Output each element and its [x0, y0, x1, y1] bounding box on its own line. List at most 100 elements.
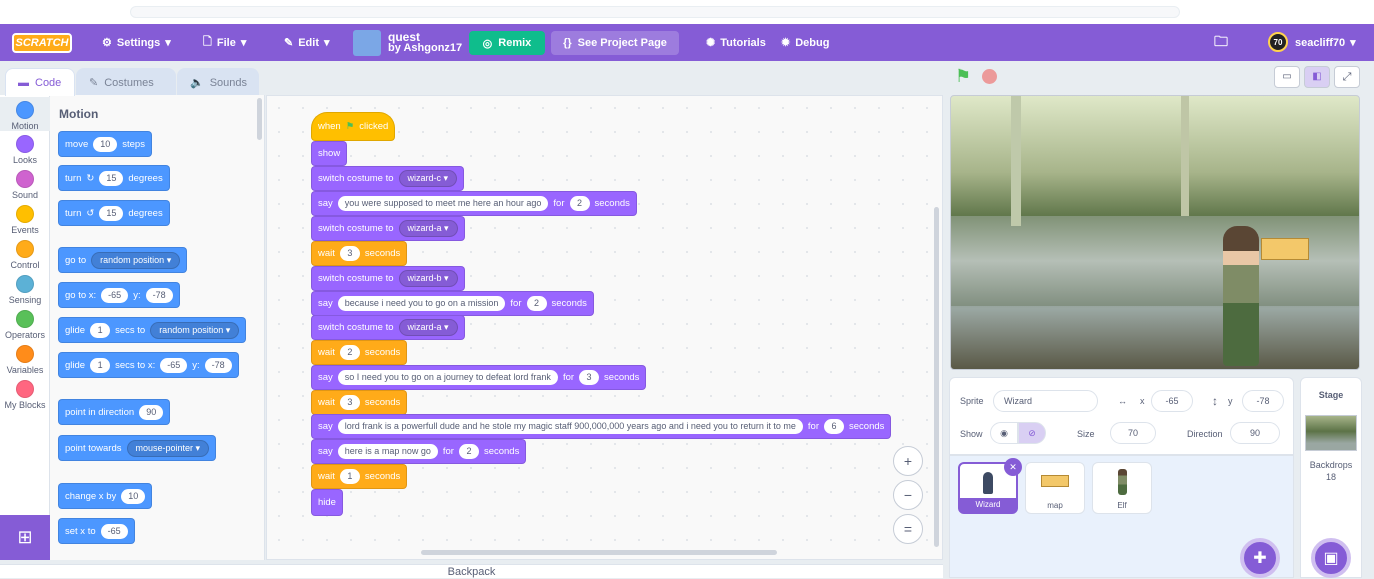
block-hide[interactable]: hide	[311, 489, 343, 516]
add-extension-button[interactable]: ⊞	[0, 515, 50, 560]
debug-button[interactable]: ✹ Debug	[781, 24, 829, 61]
block-say-for[interactable]: say so I need you to go on a journey to d…	[311, 365, 647, 390]
block-input[interactable]: lord frank is a powerfull dude and he st…	[337, 419, 803, 434]
block-input[interactable]: so I need you to go on a journey to defe…	[337, 370, 558, 385]
block-switch-costume[interactable]: switch costume to wizard-b ▾	[311, 266, 465, 291]
sprite-name-field[interactable]: Wizard	[993, 390, 1098, 412]
block-input[interactable]: 2	[526, 296, 547, 311]
block-switch-costume[interactable]: switch costume to wizard-c ▾	[311, 166, 465, 191]
block-input[interactable]: 15	[99, 170, 124, 186]
block-wait[interactable]: wait 1 seconds	[311, 464, 408, 489]
remix-button[interactable]: ◎ Remix	[469, 31, 545, 55]
block-dropdown[interactable]: mouse-pointer ▾	[126, 439, 210, 457]
block-input[interactable]: 10	[93, 136, 118, 152]
block-dropdown[interactable]: wizard-b ▾	[398, 270, 458, 287]
category-motion[interactable]: Motion	[0, 97, 50, 131]
block-input[interactable]: 10	[121, 488, 146, 504]
block-input[interactable]: -65	[101, 287, 129, 303]
block-set-x[interactable]: set x to -65	[58, 518, 135, 544]
block-dropdown[interactable]: wizard-a ▾	[398, 319, 458, 336]
zoom-reset-button[interactable]: =	[893, 514, 923, 544]
block-point-towards[interactable]: point towards mouse-pointer ▾	[58, 435, 217, 461]
map-sprite[interactable]	[1261, 238, 1309, 260]
category-sound[interactable]: Sound	[0, 168, 50, 202]
category-control[interactable]: Control	[0, 238, 50, 272]
block-point-direction[interactable]: point in direction 90	[58, 399, 171, 425]
block-switch-costume[interactable]: switch costume to wizard-a ▾	[311, 216, 465, 241]
small-stage-icon[interactable]: ▭	[1274, 66, 1300, 88]
script-vertical-scrollbar[interactable]	[934, 207, 939, 547]
block-input[interactable]: 1	[339, 469, 360, 484]
block-input[interactable]: 3	[579, 370, 600, 385]
fullscreen-icon[interactable]: ⤢	[1334, 66, 1360, 88]
show-hidden-toggle[interactable]: ⊘	[1018, 422, 1046, 444]
block-wait[interactable]: wait 3 seconds	[311, 390, 408, 415]
category-events[interactable]: Events	[0, 203, 50, 237]
backpack-bar[interactable]: Backpack	[0, 564, 943, 578]
file-menu[interactable]: 🗋 File ▾	[203, 24, 246, 61]
zoom-in-button[interactable]: +	[893, 446, 923, 476]
x-field[interactable]: -65	[1151, 390, 1193, 412]
block-input[interactable]: -65	[160, 357, 188, 373]
sprite-tile-elf[interactable]: Elf	[1092, 462, 1152, 514]
block-input[interactable]: -78	[204, 357, 232, 373]
sprite-tile-wizard[interactable]: Wizard ✕	[958, 458, 1022, 514]
block-say-for[interactable]: say you were supposed to meet me here an …	[311, 191, 637, 216]
category-my-blocks[interactable]: My Blocks	[0, 378, 50, 412]
y-field[interactable]: -78	[1242, 390, 1284, 412]
category-operators[interactable]: Operators	[0, 308, 50, 342]
block-turn-left[interactable]: turn ↺ 15 degrees	[58, 200, 170, 226]
tab-costumes[interactable]: ✎ Costumes	[76, 68, 176, 96]
block-input[interactable]: 2	[458, 444, 479, 459]
block-wait[interactable]: wait 2 seconds	[311, 340, 408, 365]
block-input[interactable]: 3	[339, 246, 360, 261]
block-wait[interactable]: wait 3 seconds	[311, 241, 408, 266]
block-go-to[interactable]: go to random position ▾	[58, 247, 188, 273]
block-dropdown[interactable]: wizard-c ▾	[398, 170, 458, 187]
category-sensing[interactable]: Sensing	[0, 273, 50, 307]
see-project-page-button[interactable]: {} See Project Page	[551, 31, 679, 55]
block-move-steps[interactable]: move 10 steps	[58, 131, 152, 157]
palette-scrollbar[interactable]	[257, 98, 262, 140]
elf-sprite[interactable]	[1223, 226, 1259, 366]
stop-icon[interactable]	[982, 69, 997, 84]
block-input[interactable]: 90	[139, 404, 164, 420]
large-stage-icon[interactable]: ◧	[1304, 66, 1330, 88]
choose-backdrop-button[interactable]: ▣	[1311, 538, 1351, 578]
block-dropdown[interactable]: random position ▾	[150, 321, 240, 339]
block-input[interactable]: 2	[339, 345, 360, 360]
block-dropdown[interactable]: random position ▾	[91, 251, 181, 269]
block-say-for[interactable]: say because i need you to go on a mission…	[311, 291, 594, 316]
block-input[interactable]: you were supposed to meet me here an hou…	[337, 196, 549, 211]
block-input[interactable]: -78	[145, 287, 173, 303]
category-looks[interactable]: Looks	[0, 133, 50, 167]
block-input[interactable]: here is a map now go	[337, 444, 438, 459]
zoom-out-button[interactable]: −	[893, 480, 923, 510]
block-input[interactable]: 2	[569, 196, 590, 211]
block-input[interactable]: 3	[339, 395, 360, 410]
block-say-for[interactable]: say lord frank is a powerfull dude and he…	[311, 414, 892, 439]
block-turn-right[interactable]: turn ↻ 15 degrees	[58, 165, 170, 191]
block-go-to-xy[interactable]: go to x: -65 y: -78	[58, 282, 180, 308]
block-input[interactable]: because i need you to go on a mission	[337, 296, 506, 311]
block-when-flag-clicked[interactable]: when ⚑ clicked	[311, 112, 396, 141]
sprite-tile-map[interactable]: map	[1025, 462, 1085, 514]
block-switch-costume[interactable]: switch costume to wizard-a ▾	[311, 315, 465, 340]
block-change-x[interactable]: change x by 10	[58, 483, 153, 509]
size-field[interactable]: 70	[1110, 422, 1156, 444]
block-say-for[interactable]: say here is a map now go for 2 seconds	[311, 439, 527, 464]
direction-field[interactable]: 90	[1230, 422, 1280, 444]
tutorials-button[interactable]: ✺ Tutorials	[706, 24, 766, 61]
block-input[interactable]: 1	[90, 322, 111, 338]
choose-sprite-button[interactable]: ✚	[1240, 538, 1280, 578]
avatar[interactable]: 70	[1268, 32, 1288, 52]
folder-icon[interactable]: 🗀	[1214, 24, 1228, 61]
block-glide-random[interactable]: glide 1 secs to random position ▾	[58, 317, 247, 343]
edit-menu[interactable]: ✎ Edit ▾	[284, 24, 330, 61]
category-variables[interactable]: Variables	[0, 343, 50, 377]
block-show[interactable]: show	[311, 141, 348, 166]
block-glide-xy[interactable]: glide 1 secs to x: -65 y: -78	[58, 352, 239, 378]
block-input[interactable]: 1	[90, 357, 111, 373]
show-visible-toggle[interactable]: ◉	[990, 422, 1018, 444]
settings-menu[interactable]: ⚙ Settings ▾	[102, 24, 171, 61]
